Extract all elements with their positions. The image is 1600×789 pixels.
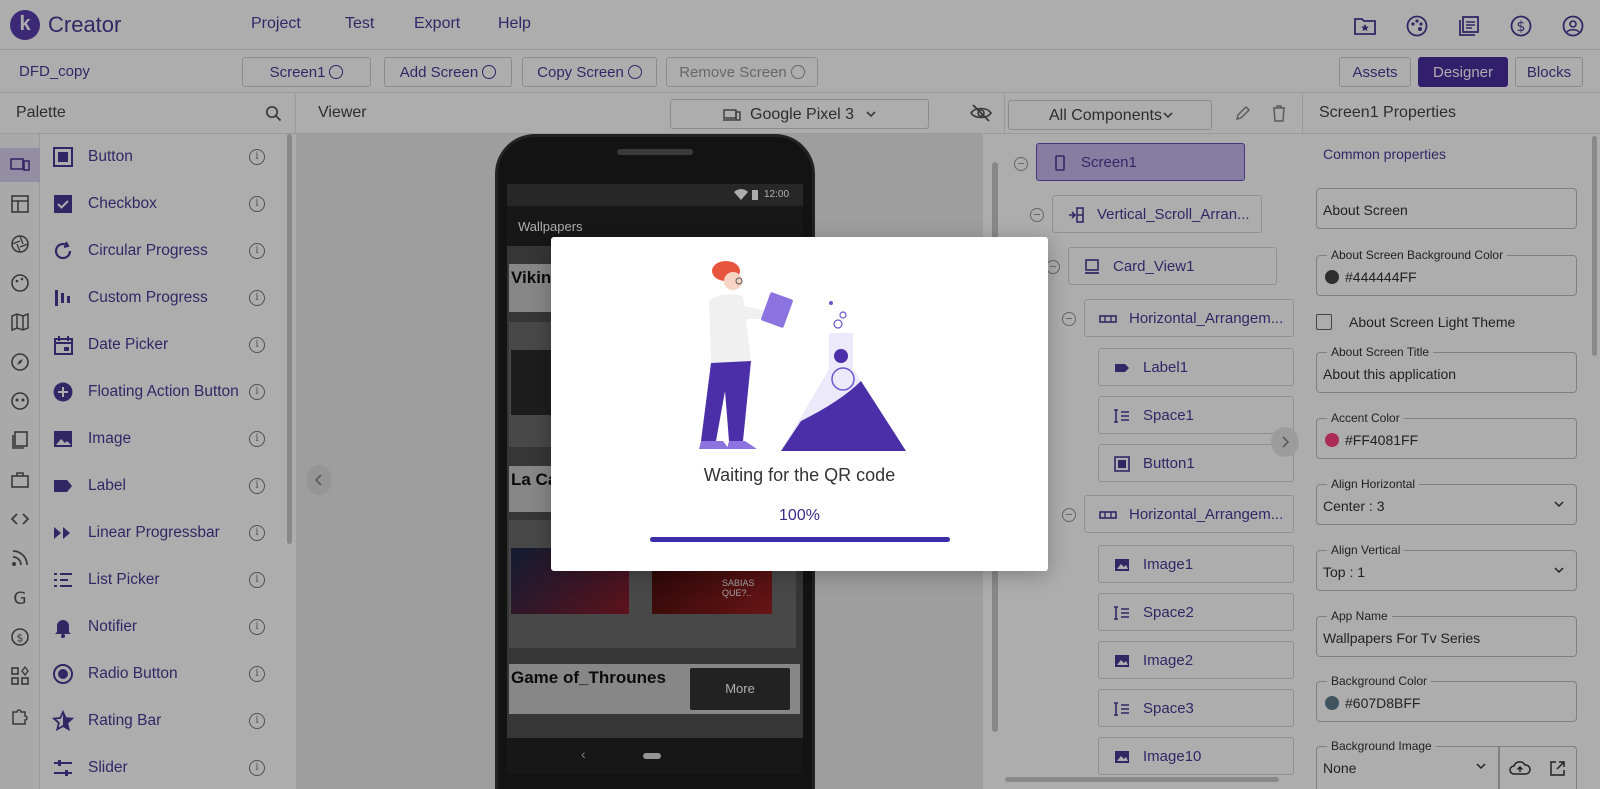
- scientist-illustration: [681, 251, 921, 456]
- progress-bar-fill: [650, 537, 950, 542]
- progress-percent: 100%: [779, 507, 820, 524]
- qr-waiting-dialog: Waiting for the QR code 100%: [551, 237, 1048, 571]
- qr-waiting-message: Waiting for the QR code: [703, 465, 896, 485]
